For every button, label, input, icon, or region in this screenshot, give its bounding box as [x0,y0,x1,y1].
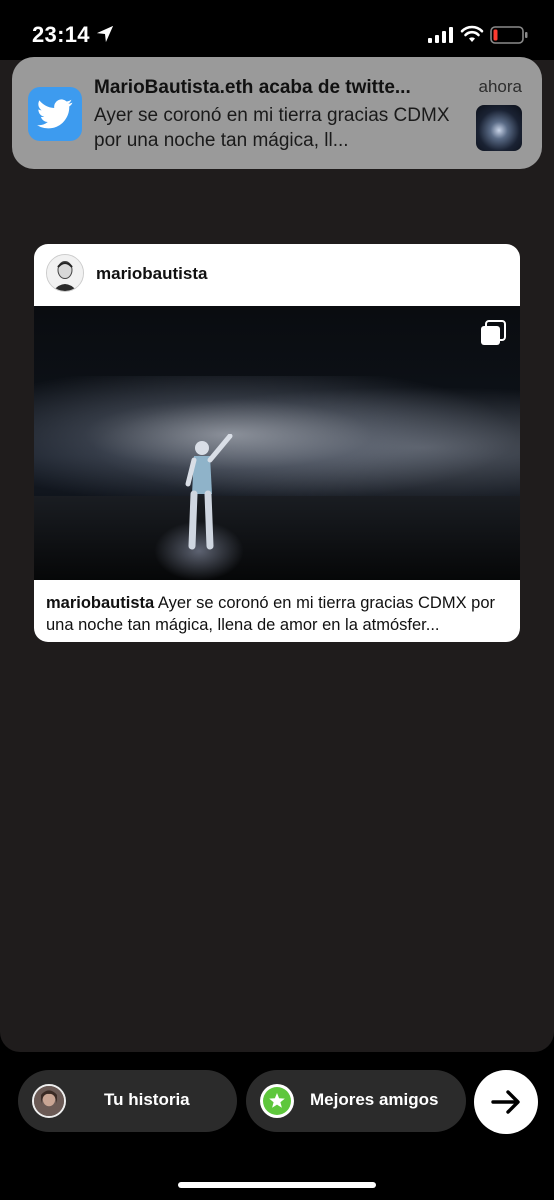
stage [34,496,520,580]
post-header: mariobautista [34,244,520,306]
notification-time: ahora [478,77,522,96]
send-button[interactable] [474,1070,538,1134]
notification-thumbnail [476,105,522,151]
post-username[interactable]: mariobautista [96,264,207,284]
wifi-icon [460,25,484,42]
shared-post-sticker[interactable]: mariobautista mariobautista Ayer se coro… [34,244,520,642]
share-bottom-bar: Tu historia Mejores amigos [0,1062,554,1142]
post-image [34,306,520,580]
crowd-lights [34,376,520,506]
home-indicator[interactable] [178,1182,376,1188]
avatar [46,254,84,292]
location-arrow-icon [96,25,114,43]
twitter-notification[interactable]: MarioBautista.eth acaba de twitte... aho… [12,57,542,169]
cellular-signal-icon [428,27,453,43]
your-story-button[interactable]: Tu historia [18,1070,237,1132]
notification-title: MarioBautista.eth acaba de twitte... [94,77,411,98]
close-friends-button[interactable]: Mejores amigos [246,1070,466,1132]
your-story-label: Tu historia [104,1090,190,1109]
caption-username: mariobautista [46,594,155,612]
post-caption: mariobautista Ayer se coronó en mi tierr… [46,592,508,636]
status-time: 23:14 [32,22,90,47]
singer-figure [185,434,233,550]
battery-low-icon [490,26,528,44]
notification-body: Ayer se coronó en mi tierra gracias CDMX… [94,105,450,151]
close-friends-label: Mejores amigos [310,1090,439,1109]
avatar [32,1084,66,1118]
carousel-multiple-icon [481,320,506,345]
close-friends-star-icon [260,1084,294,1118]
arrow-right-icon [491,1090,520,1114]
twitter-bird-icon [28,87,82,141]
